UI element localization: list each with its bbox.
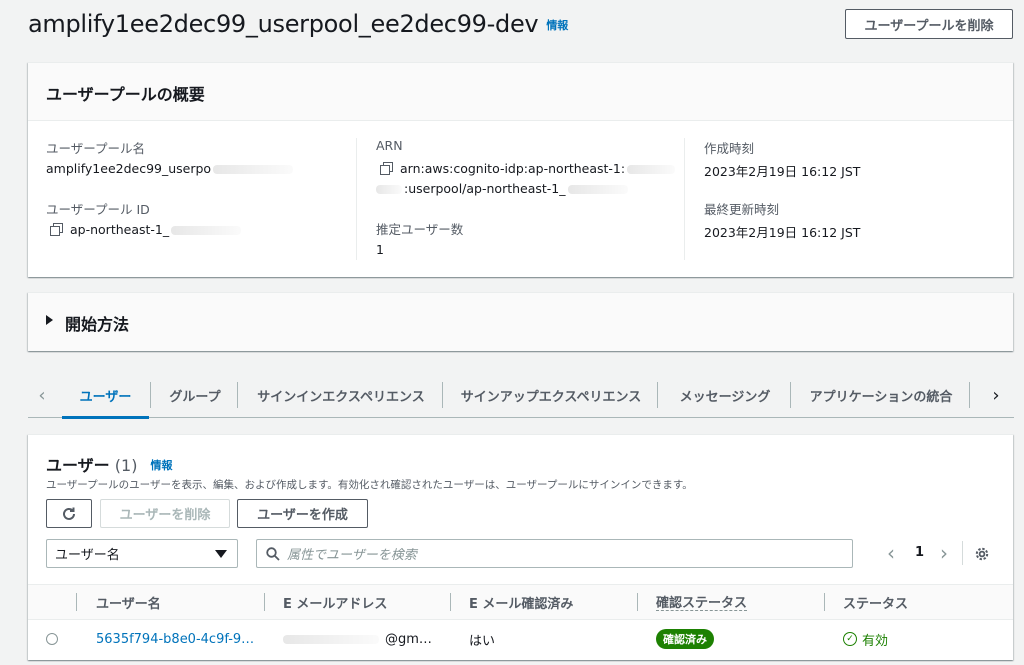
header-divider (76, 593, 77, 611)
page-title-text: amplify1ee2dec99_userpool_ee2dec99-dev (28, 10, 539, 38)
delete-user-pool-button[interactable]: ユーザープールを削除 (845, 9, 1013, 39)
search-icon (266, 547, 280, 561)
redacted-text (171, 226, 242, 235)
tab-bar: ‹ ユーザー グループ サインインエクスペリエンス サインアップエクスペリエンス… (28, 372, 1014, 419)
select-value: ユーザー名 (55, 548, 120, 563)
arn-text-1: arn:aws:cognito-idp:ap-northeast-1: (400, 161, 626, 176)
cell-status: ✓ 有効 (843, 622, 888, 656)
pool-name-text: amplify1ee2dec99_userpo (46, 161, 212, 176)
tab-groups[interactable]: グループ (154, 372, 236, 418)
table-header-border (28, 619, 1013, 620)
estimated-users-label: 推定ユーザー数 (376, 222, 464, 237)
estimated-users-value: 1 (376, 242, 384, 257)
tab-messaging[interactable]: メッセージング (661, 372, 789, 418)
tab-divider (790, 382, 791, 408)
redacted-text (376, 185, 402, 194)
column-divider (684, 138, 685, 260)
cell-confirmation-status: 確認済み (656, 622, 714, 656)
page-title: amplify1ee2dec99_userpool_ee2dec99-dev 情報 (28, 10, 568, 38)
cell-email-verified: はい (469, 633, 496, 649)
copy-icon[interactable] (380, 162, 393, 175)
overview-title: ユーザープールの概要 (46, 85, 205, 104)
overview-header: ユーザープールの概要 (28, 63, 1013, 121)
user-pool-overview-panel: ユーザープールの概要 ユーザープール名 amplify1ee2dec99_use… (28, 62, 1013, 277)
arn-label: ARN (376, 138, 403, 153)
users-title-text: ユーザー (46, 456, 110, 475)
refresh-button[interactable] (46, 499, 92, 528)
created-value: 2023年2月19日 16:12 JST (704, 164, 861, 179)
column-header-confirmation-status[interactable]: 確認ステータス (656, 593, 748, 611)
create-user-button[interactable]: ユーザーを作成 (237, 499, 368, 528)
users-title: ユーザー (1) 情報 (46, 452, 173, 476)
column-header-email[interactable]: E メールアドレス (283, 586, 387, 618)
cell-email-text: @gm… (385, 631, 432, 647)
pool-id-label: ユーザープール ID (46, 202, 150, 217)
pagination-next-icon[interactable]: › (940, 541, 948, 565)
pool-id-text: ap-northeast-1_ (70, 222, 170, 237)
redacted-text (567, 185, 628, 194)
tab-divider (657, 382, 658, 408)
tab-divider (237, 382, 238, 408)
header-divider (824, 593, 825, 611)
chevron-left-icon[interactable]: ‹ (28, 372, 56, 418)
cell-username[interactable]: 5635f794-b8e0-4c9f-9… (96, 622, 254, 656)
tab-sign-in-experience[interactable]: サインインエクスペリエンス (241, 372, 441, 418)
column-header-status[interactable]: ステータス (843, 586, 908, 618)
updated-value: 2023年2月19日 16:12 JST (704, 225, 861, 240)
tab-app-integration[interactable]: アプリケーションの統合 (794, 372, 968, 418)
settings-gear-icon[interactable] (974, 546, 990, 562)
tab-divider (969, 382, 970, 408)
arn-value-line1: arn:aws:cognito-idp:ap-northeast-1: (380, 161, 676, 176)
chevron-right-icon[interactable]: › (982, 372, 1010, 418)
pagination-divider (962, 541, 963, 565)
column-divider (356, 138, 357, 260)
expand-caret-icon[interactable] (46, 315, 53, 325)
copy-icon[interactable] (50, 223, 63, 236)
users-count: (1) (114, 456, 138, 475)
users-description: ユーザープールのユーザーを表示、編集、および作成します。有効化され確認されたユー… (46, 479, 693, 491)
updated-label: 最終更新時刻 (704, 202, 780, 217)
tab-divider (150, 382, 151, 408)
header-divider (637, 593, 638, 611)
header-divider (450, 593, 451, 611)
pagination-page-number[interactable]: 1 (915, 545, 924, 560)
cell-email: @gm… (283, 622, 432, 656)
redacted-text (627, 165, 676, 174)
tab-sign-up-experience[interactable]: サインアップエクスペリエンス (446, 372, 656, 418)
row-select-radio[interactable] (46, 633, 58, 645)
status-badge: 確認済み (656, 629, 714, 649)
redacted-text (283, 634, 379, 644)
getting-started-panel[interactable]: 開始方法 (28, 292, 1013, 351)
delete-user-button[interactable]: ユーザーを削除 (100, 499, 230, 528)
header-divider (264, 593, 265, 611)
refresh-icon (63, 507, 75, 520)
users-info-link[interactable]: 情報 (151, 459, 173, 472)
dropdown-caret-icon (215, 550, 227, 558)
pagination-prev-icon[interactable]: ‹ (887, 541, 895, 565)
property-filter-select[interactable]: ユーザー名 (46, 539, 238, 568)
pool-name-value: amplify1ee2dec99_userpo (46, 161, 294, 176)
search-placeholder: 属性でユーザーを検索 (287, 548, 417, 563)
column-header-email-verified[interactable]: E メール確認済み (469, 586, 573, 618)
info-link[interactable]: 情報 (546, 19, 568, 32)
redacted-text (213, 165, 294, 174)
getting-started-title[interactable]: 開始方法 (65, 311, 129, 335)
pool-id-value: ap-northeast-1_ (50, 222, 242, 237)
tab-divider (442, 382, 443, 408)
cell-status-text: 有効 (862, 633, 889, 649)
arn-value-line2: :userpool/ap-northeast-1_ (376, 181, 628, 196)
tab-users[interactable]: ユーザー (62, 372, 149, 419)
pool-name-label: ユーザープール名 (46, 141, 146, 156)
arn-text-2: :userpool/ap-northeast-1_ (404, 181, 566, 196)
created-label: 作成時刻 (704, 141, 755, 156)
check-circle-icon: ✓ (843, 632, 857, 646)
column-header-username[interactable]: ユーザー名 (96, 586, 161, 618)
user-search-input[interactable]: 属性でユーザーを検索 (256, 539, 853, 568)
